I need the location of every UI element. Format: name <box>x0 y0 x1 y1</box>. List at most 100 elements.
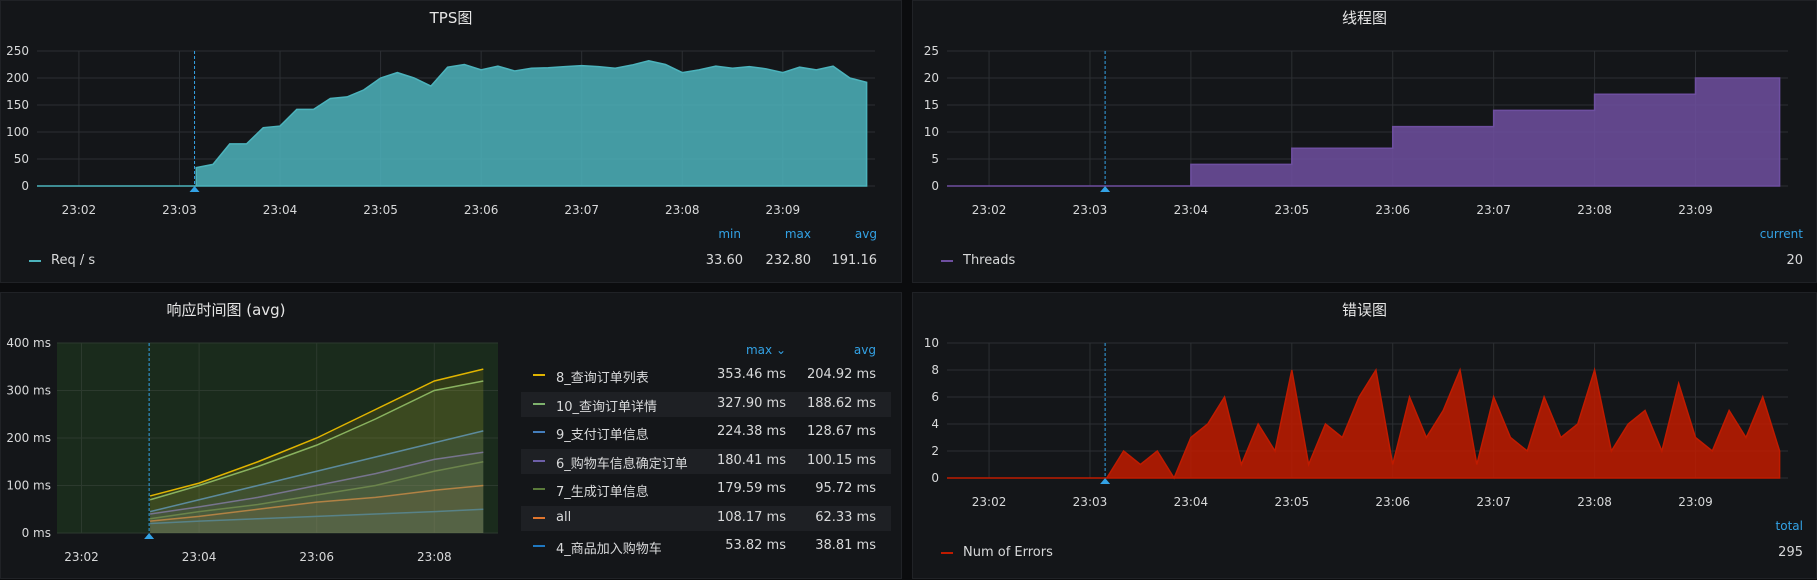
tps-ytick-label: 50 <box>14 152 29 166</box>
response-legend-label: 7_生成订单信息 <box>556 485 649 500</box>
tps-ytick-label: 200 <box>6 71 29 85</box>
tps-xtick-label: 23:08 <box>665 203 700 217</box>
response-legend-avg-value: 188.62 ms <box>806 395 876 411</box>
threads-xtick-label: 23:06 <box>1375 203 1410 217</box>
errors-annotation-marker <box>1100 478 1111 484</box>
threads-xtick-label: 23:05 <box>1275 203 1310 217</box>
response-legend-table: 8_查询订单列表 353.46 ms 204.92 ms 10_查询订单详情 327.9… <box>521 363 891 557</box>
threads-annotation-marker <box>1100 186 1111 192</box>
response-legend-avg-value: 38.81 ms <box>815 538 876 553</box>
tps-xtick-label: 23:06 <box>464 203 499 217</box>
response-legend-swatch <box>533 374 545 376</box>
tps-legend-avg-head[interactable]: avg <box>837 227 877 241</box>
errors-xtick-label: 23:06 <box>1375 495 1410 509</box>
response-chart[interactable]: 400 ms 300 ms 200 ms 100 ms 0 ms 23:02 23:04 23… <box>1 293 511 580</box>
errors-ytick-label: 2 <box>931 444 939 458</box>
tps-min-value: 33.60 <box>705 253 743 268</box>
response-legend-swatch <box>533 459 545 462</box>
threads-ytick-label: 5 <box>931 152 939 166</box>
response-legend-swatch <box>533 516 545 519</box>
response-xtick-label: 23:04 <box>182 550 217 564</box>
tps-annotation-marker <box>189 186 200 192</box>
threads-chart[interactable]: 25 20 15 10 5 0 23:02 23:03 23:04 23:05 23:06 23:07… <box>913 1 1817 284</box>
errors-total-value: 295 <box>1778 545 1803 560</box>
errors-series-area <box>1105 367 1781 480</box>
response-legend-row[interactable]: 8_查询订单列表 353.46 ms 204.92 ms <box>521 363 891 388</box>
response-legend-label: all <box>556 509 572 525</box>
tps-xtick-label: 23:09 <box>766 203 801 217</box>
response-panel: 响应时间图 (avg) 400 ms 300 ms 200 ms 100 ms 0 ms… <box>0 292 902 579</box>
errors-ytick-label: 6 <box>931 390 939 404</box>
errors-legend-series[interactable]: Num of Errors <box>941 545 1053 560</box>
tps-xtick-label: 23:04 <box>263 203 298 217</box>
response-legend-row[interactable]: 7_生成订单信息 179.59 ms 95.72 ms <box>521 477 891 502</box>
response-legend-row[interactable]: 10_查询订单详情 327.90 ms 188.62 ms <box>521 391 891 417</box>
response-legend-max-value: 180.41 ms <box>716 452 786 468</box>
response-legend-max-value: 353.46 ms <box>716 367 786 382</box>
response-legend-max-value: 224.38 ms <box>716 424 786 439</box>
errors-ytick-label: 4 <box>931 417 939 431</box>
tps-legend-label: Req / s <box>51 253 96 268</box>
response-legend-row[interactable]: 9_支付订单信息 224.38 ms 128.67 ms <box>521 420 891 445</box>
response-legend-avg-value: 95.72 ms <box>815 481 876 496</box>
threads-xtick-label: 23:07 <box>1476 203 1511 217</box>
tps-xtick-label: 23:02 <box>62 203 97 217</box>
threads-xtick-label: 23:02 <box>972 203 1007 217</box>
response-legend-label: 6_购物车信息确定订单 <box>556 456 688 472</box>
response-legend-max-value: 327.90 ms <box>716 395 786 411</box>
response-ytick-label: 100 ms <box>6 479 51 493</box>
response-legend-row[interactable]: 4_商品加入购物车 53.82 ms 38.81 ms <box>521 534 891 559</box>
threads-ytick-label: 15 <box>924 98 939 112</box>
response-legend-swatch <box>533 402 545 405</box>
errors-legend-swatch <box>941 551 953 554</box>
tps-legend-max-head[interactable]: max <box>771 227 811 241</box>
threads-panel: 线程图 25 20 15 10 5 0 23:02 23:03 23:04 23:05 23:06 2… <box>912 0 1817 283</box>
errors-xtick-label: 23:09 <box>1678 495 1713 509</box>
tps-series-area <box>195 59 868 187</box>
tps-max-value: 232.80 <box>765 253 812 268</box>
response-ytick-label: 400 ms <box>6 336 51 350</box>
errors-legend-label: Num of Errors <box>963 545 1053 560</box>
response-xtick-label: 23:08 <box>417 550 452 564</box>
response-ytick-label: 300 ms <box>6 384 51 398</box>
response-xtick-label: 23:06 <box>299 550 334 564</box>
threads-xtick-label: 23:03 <box>1073 203 1108 217</box>
response-legend-max-value: 108.17 ms <box>716 509 786 525</box>
response-legend-label: 10_查询订单详情 <box>556 399 658 415</box>
tps-legend-swatch <box>29 259 41 262</box>
tps-panel: TPS图 250 200 150 100 50 0 23:02 23:03 23:04 23:05… <box>0 0 902 283</box>
tps-xtick-label: 23:03 <box>162 203 197 217</box>
threads-ytick-label: 20 <box>924 71 939 85</box>
errors-chart[interactable]: 10 8 6 4 2 0 23:02 23:03 23:04 23:05 23:06 23:07 23:… <box>913 293 1817 580</box>
tps-legend-series[interactable]: Req / s <box>29 253 95 268</box>
response-legend-max-head[interactable]: max ⌄ <box>726 343 786 357</box>
threads-legend-series[interactable]: Threads <box>941 253 1015 268</box>
response-ytick-label: 200 ms <box>6 431 51 445</box>
threads-legend-current-head[interactable]: current <box>1723 227 1803 241</box>
threads-ytick-label: 10 <box>924 125 939 139</box>
errors-legend-total-head[interactable]: total <box>1723 519 1803 533</box>
tps-chart[interactable]: 250 200 150 100 50 0 23:02 23:03 23:04 23:05 23:06… <box>1 1 903 284</box>
response-legend-row[interactable]: 6_购物车信息确定订单 180.41 ms 100.15 ms <box>521 448 891 474</box>
tps-legend-min-head[interactable]: min <box>701 227 741 241</box>
response-legend-max-value: 53.82 ms <box>725 538 786 553</box>
response-ytick-label: 0 ms <box>22 526 51 540</box>
response-legend-avg-value: 62.33 ms <box>815 509 876 525</box>
response-legend-label: 8_查询订单列表 <box>556 371 649 386</box>
threads-current-value: 20 <box>1786 253 1803 268</box>
tps-ytick-label: 250 <box>6 44 29 58</box>
threads-ytick-label: 25 <box>924 44 939 58</box>
errors-xtick-label: 23:05 <box>1275 495 1310 509</box>
errors-xtick-label: 23:02 <box>972 495 1007 509</box>
response-legend-row[interactable]: all 108.17 ms 62.33 ms <box>521 505 891 531</box>
tps-ytick-label: 0 <box>21 179 29 193</box>
response-legend-label: 4_商品加入购物车 <box>556 542 662 557</box>
tps-ytick-label: 100 <box>6 125 29 139</box>
threads-xtick-label: 23:04 <box>1174 203 1209 217</box>
response-legend-avg-value: 204.92 ms <box>806 367 876 382</box>
response-legend-avg-head[interactable]: avg <box>816 343 876 357</box>
response-xtick-label: 23:02 <box>64 550 99 564</box>
response-legend-avg-value: 100.15 ms <box>806 452 876 468</box>
tps-ytick-label: 150 <box>6 98 29 112</box>
threads-xtick-label: 23:08 <box>1577 203 1612 217</box>
